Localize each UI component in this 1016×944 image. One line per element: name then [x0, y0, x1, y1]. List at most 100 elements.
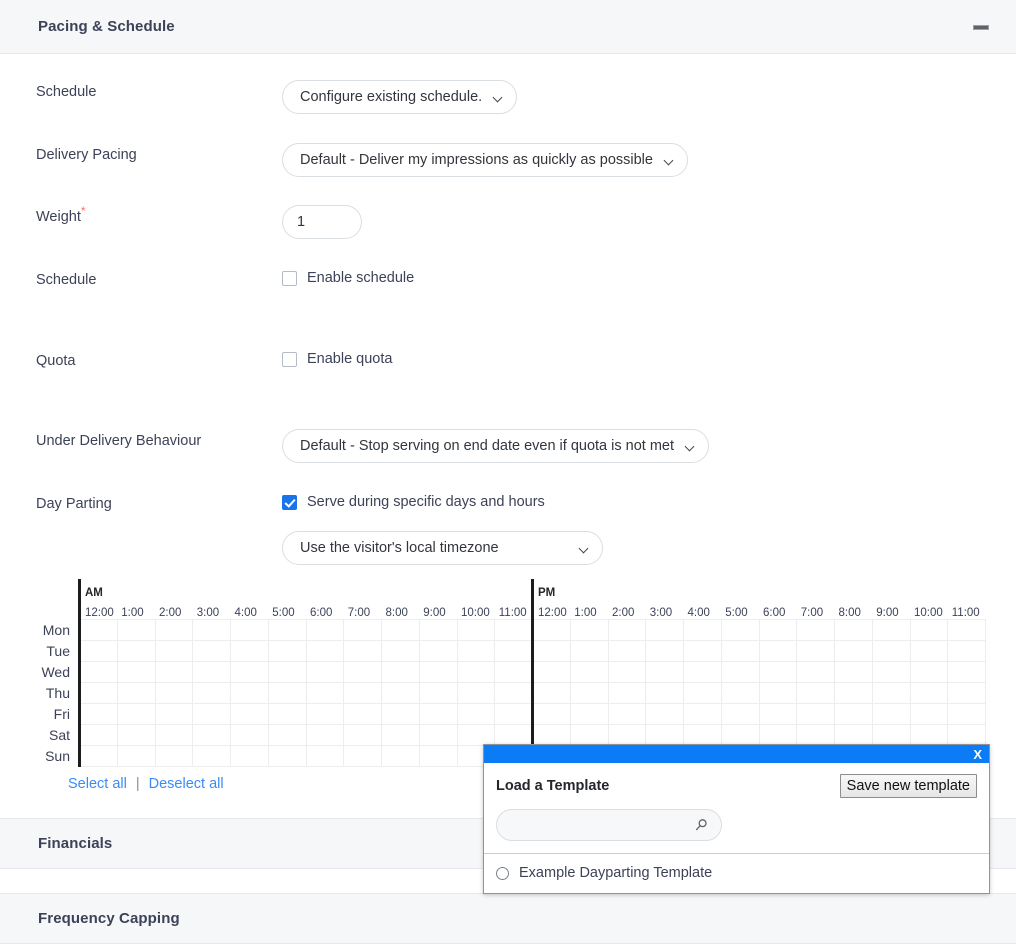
delivery-pacing-select[interactable]: Default - Deliver my impressions as quic…: [282, 143, 688, 177]
dayparting-cell[interactable]: [720, 639, 760, 662]
dayparting-cell[interactable]: [192, 723, 231, 746]
dayparting-cell[interactable]: [343, 681, 382, 704]
dayparting-cell[interactable]: [78, 702, 118, 725]
dayparting-cell[interactable]: [343, 660, 382, 683]
dayparting-cell[interactable]: [796, 618, 835, 641]
dayparting-cell[interactable]: [192, 744, 231, 767]
dayparting-cell[interactable]: [192, 681, 231, 704]
dayparting-cell[interactable]: [947, 639, 986, 662]
dayparting-cell[interactable]: [116, 681, 156, 704]
dayparting-cell[interactable]: [154, 744, 194, 767]
dayparting-cell[interactable]: [871, 618, 911, 641]
dayparting-cell[interactable]: [531, 702, 571, 725]
dayparting-cell[interactable]: [418, 723, 458, 746]
dayparting-cell[interactable]: [871, 660, 911, 683]
dayparting-cell[interactable]: [494, 681, 533, 704]
dayparting-cell[interactable]: [381, 639, 420, 662]
dayparting-cell[interactable]: [116, 702, 156, 725]
dayparting-cell[interactable]: [78, 618, 118, 641]
dayparting-cell[interactable]: [343, 723, 382, 746]
dayparting-cell[interactable]: [645, 639, 684, 662]
dayparting-cell[interactable]: [796, 660, 835, 683]
dayparting-cell[interactable]: [834, 660, 873, 683]
dayparting-cell[interactable]: [758, 723, 798, 746]
dayparting-cell[interactable]: [305, 723, 345, 746]
dayparting-cell[interactable]: [494, 618, 533, 641]
under-delivery-select[interactable]: Default - Stop serving on end date even …: [282, 429, 710, 463]
save-new-template-button[interactable]: Save new template: [839, 774, 977, 799]
enable-schedule-checkbox[interactable]: [282, 270, 297, 286]
dayparting-cell[interactable]: [305, 618, 345, 641]
dayparting-cell[interactable]: [683, 681, 722, 704]
dayparting-cell[interactable]: [154, 660, 194, 683]
dayparting-cell[interactable]: [645, 618, 684, 641]
dayparting-cell[interactable]: [456, 618, 496, 641]
dayparting-cell[interactable]: [192, 660, 231, 683]
dayparting-cell[interactable]: [909, 702, 949, 725]
list-item[interactable]: Example Dayparting Template: [484, 854, 989, 893]
dayparting-cell[interactable]: [154, 681, 194, 704]
dayparting-cell[interactable]: [305, 702, 345, 725]
dayparting-cell[interactable]: [871, 681, 911, 704]
dayparting-cell[interactable]: [683, 723, 722, 746]
dayparting-cell[interactable]: [267, 639, 307, 662]
dayparting-cell[interactable]: [531, 639, 571, 662]
enable-quota-checkbox[interactable]: [282, 351, 297, 367]
dayparting-cell[interactable]: [78, 744, 118, 767]
dayparting-cell[interactable]: [569, 618, 609, 641]
serve-specific-check-line[interactable]: Serve during specific days and hours: [282, 492, 1016, 510]
dayparting-cell[interactable]: [909, 639, 949, 662]
dayparting-cell[interactable]: [531, 660, 571, 683]
dayparting-cell[interactable]: [758, 618, 798, 641]
dayparting-cell[interactable]: [381, 723, 420, 746]
dayparting-cell[interactable]: [834, 723, 873, 746]
dayparting-cell[interactable]: [494, 723, 533, 746]
dayparting-cell[interactable]: [607, 618, 647, 641]
dayparting-cell[interactable]: [947, 618, 986, 641]
dayparting-cell[interactable]: [569, 723, 609, 746]
dayparting-cell[interactable]: [192, 639, 231, 662]
dayparting-cell[interactable]: [494, 702, 533, 725]
dayparting-cell[interactable]: [720, 723, 760, 746]
dayparting-cell[interactable]: [381, 744, 420, 767]
dayparting-cell[interactable]: [871, 702, 911, 725]
dayparting-cell[interactable]: [78, 660, 118, 683]
close-icon[interactable]: X: [973, 748, 982, 761]
dayparting-cell[interactable]: [683, 660, 722, 683]
dayparting-cell[interactable]: [418, 660, 458, 683]
dayparting-cell[interactable]: [796, 723, 835, 746]
dayparting-cell[interactable]: [305, 639, 345, 662]
dayparting-cell[interactable]: [607, 702, 647, 725]
dayparting-cell[interactable]: [230, 702, 269, 725]
dayparting-cell[interactable]: [343, 702, 382, 725]
dayparting-cell[interactable]: [531, 618, 571, 641]
dayparting-cell[interactable]: [909, 660, 949, 683]
dayparting-cell[interactable]: [494, 639, 533, 662]
dayparting-cell[interactable]: [192, 618, 231, 641]
dayparting-cell[interactable]: [456, 639, 496, 662]
deselect-all-link[interactable]: Deselect all: [149, 776, 224, 792]
dayparting-cell[interactable]: [645, 723, 684, 746]
dayparting-cell[interactable]: [230, 660, 269, 683]
enable-quota-check-line[interactable]: Enable quota: [282, 349, 1016, 367]
dayparting-cell[interactable]: [78, 639, 118, 662]
section-header-frequency-capping[interactable]: Frequency Capping: [0, 892, 1016, 944]
dayparting-cell[interactable]: [154, 639, 194, 662]
dayparting-cell[interactable]: [569, 681, 609, 704]
dayparting-cell[interactable]: [116, 618, 156, 641]
dayparting-cell[interactable]: [267, 660, 307, 683]
dayparting-cell[interactable]: [720, 681, 760, 704]
serve-specific-checkbox[interactable]: [282, 494, 297, 510]
dayparting-cell[interactable]: [607, 660, 647, 683]
dayparting-cell[interactable]: [381, 702, 420, 725]
dayparting-cell[interactable]: [78, 681, 118, 704]
dayparting-cell[interactable]: [758, 639, 798, 662]
schedule-select[interactable]: Configure existing schedule.: [282, 80, 518, 114]
dayparting-cell[interactable]: [909, 723, 949, 746]
dayparting-cell[interactable]: [645, 681, 684, 704]
dayparting-cell[interactable]: [267, 702, 307, 725]
dayparting-cell[interactable]: [947, 723, 986, 746]
dayparting-cell[interactable]: [683, 618, 722, 641]
dayparting-cell[interactable]: [267, 744, 307, 767]
dayparting-cell[interactable]: [531, 681, 571, 704]
